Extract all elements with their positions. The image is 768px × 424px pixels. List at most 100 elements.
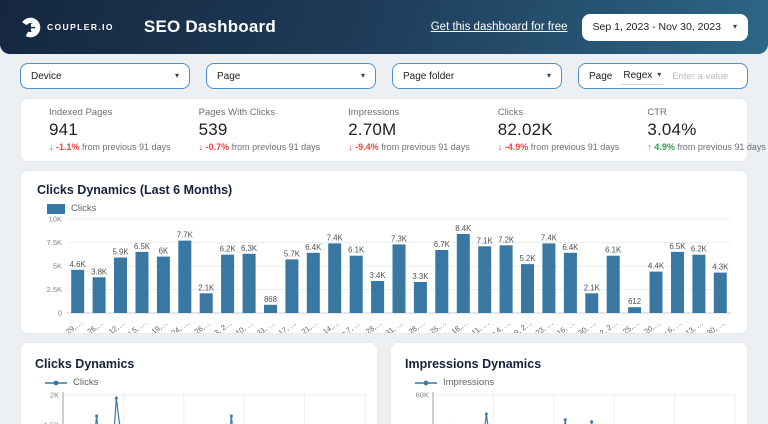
filter-bar: Device ▾ Page ▾ Page folder ▾ Page Regex…	[0, 54, 768, 91]
chevron-down-icon: ▾	[657, 70, 662, 79]
kpi-delta-arrow-and-pct: ↓ -0.7%	[198, 142, 230, 152]
kpi-value: 3.04%	[647, 120, 697, 139]
impressions-line-chart: 60K40K20K	[416, 391, 736, 424]
line-series	[484, 413, 593, 424]
page-regex-filter: Page Regex ▾	[578, 63, 748, 89]
line-points	[452, 412, 594, 424]
legend-line-icon	[415, 380, 437, 385]
chevron-down-icon: ▾	[174, 71, 179, 80]
svg-text:3.8K: 3.8K	[91, 267, 108, 276]
chart-title: Clicks Dynamics (Last 6 Months)	[37, 183, 233, 197]
kpi-label: CTR	[647, 107, 667, 118]
clicks-line-chart: 2K1.5K1K	[44, 391, 366, 424]
legend-label: Clicks	[73, 377, 99, 388]
date-range-picker[interactable]: Sep 1, 2023 - Nov 30, 2023 ▾	[581, 13, 748, 41]
svg-text:7.1K: 7.1K	[477, 236, 494, 245]
kpi-value: 539	[198, 120, 228, 139]
page-folder-filter[interactable]: Page folder ▾	[392, 63, 562, 89]
kpi-label: Impressions	[348, 107, 400, 118]
kpi-label: Pages With Clicks	[198, 107, 276, 118]
kpi-delta-suffix: from previous 91 days	[381, 142, 470, 152]
svg-text:5K: 5K	[53, 262, 62, 271]
device-filter-label: Device	[31, 70, 62, 82]
kpi-impressions: Impressions 2.70M ↓ -9.4% from previous 91…	[320, 107, 470, 152]
kpi-label: Indexed Pages	[49, 107, 113, 118]
kpi-delta-arrow-and-pct: ↓ -4.9%	[497, 142, 529, 152]
bars: 4.6KMay 29,…3.8KJun 26,…5.9KJun 12,…6.5K…	[51, 224, 729, 334]
kpi-value: 2.70M	[348, 120, 397, 139]
legend-line-icon	[45, 380, 67, 385]
get-dashboard-link[interactable]: Get this dashboard for free	[431, 21, 568, 33]
chart-title: Impressions Dynamics	[405, 357, 542, 371]
svg-text:6.4K: 6.4K	[562, 243, 579, 252]
svg-text:May 29,…: May 29,…	[51, 318, 84, 334]
kpi-label: Clicks	[497, 107, 524, 118]
kpi-delta: ↓ -4.9% from previous 91 days	[498, 142, 620, 152]
svg-text:7.4K: 7.4K	[541, 233, 558, 242]
impressions-daily-chart-card: Impressions Dynamics Impressions 60K40K2…	[390, 342, 748, 424]
svg-text:2.5K: 2.5K	[47, 285, 62, 294]
svg-text:868: 868	[264, 295, 277, 304]
header: COUPLER.IO SEO Dashboard Get this dashbo…	[0, 0, 768, 54]
svg-text:2.1K: 2.1K	[198, 283, 215, 292]
regex-operator-select[interactable]: Regex ▾	[621, 68, 664, 85]
date-range-value: Sep 1, 2023 - Nov 30, 2023	[592, 21, 721, 33]
line-series	[95, 397, 233, 424]
svg-text:6.5K: 6.5K	[669, 242, 686, 251]
kpi-delta-suffix: from previous 91 days	[677, 142, 766, 152]
kpi-summary-card: Indexed Pages 941 ↓ -1.1% from previous 91…	[20, 98, 766, 162]
svg-text:10K: 10K	[49, 215, 62, 224]
regex-field-label: Page	[589, 70, 613, 82]
device-filter[interactable]: Device ▾	[20, 63, 190, 89]
kpi-delta: ↓ -9.4% from previous 91 days	[348, 142, 470, 152]
clicks-daily-chart-card: Clicks Dynamics Clicks 2K1.5K1K	[20, 342, 378, 424]
svg-text:3.4K: 3.4K	[370, 271, 387, 280]
kpi-clicks: Clicks 82.02K ↓ -4.9% from previous 91 day…	[470, 107, 620, 152]
chevron-down-icon: ▾	[732, 22, 737, 31]
svg-text:5.2K: 5.2K	[519, 254, 536, 263]
chevron-down-icon: ▾	[546, 71, 551, 80]
clicks-bar-chart: 10K7.5K5K2.5K04.6KMay 29,…3.8KJun 26,…5.…	[47, 215, 731, 334]
svg-text:4.4K: 4.4K	[648, 262, 665, 271]
svg-text:6K: 6K	[159, 247, 169, 256]
svg-text:7.4K: 7.4K	[327, 233, 344, 242]
kpi-delta-arrow-and-pct: ↓ -1.1%	[49, 142, 80, 152]
svg-text:6.1K: 6.1K	[605, 246, 622, 255]
svg-text:2.1K: 2.1K	[584, 283, 601, 292]
kpi-delta-suffix: from previous 91 days	[231, 142, 321, 152]
chart-legend: Impressions	[415, 377, 733, 388]
kpi-delta: ↓ -0.7% from previous 91 days	[199, 142, 321, 152]
kpi-delta: ↑ 4.9% from previous 91 days	[647, 142, 766, 152]
chevron-down-icon: ▾	[360, 71, 365, 80]
svg-text:6.3K: 6.3K	[241, 244, 258, 253]
kpi-delta-arrow-and-pct: ↓ -9.4%	[348, 142, 379, 152]
svg-text:7.3K: 7.3K	[391, 234, 408, 243]
page-filter-label: Page	[217, 70, 241, 82]
svg-text:8.4K: 8.4K	[455, 224, 472, 233]
page-folder-filter-label: Page folder	[403, 70, 455, 82]
regex-value-input[interactable]	[672, 70, 735, 82]
svg-text:6.7K: 6.7K	[434, 240, 451, 249]
page-title: SEO Dashboard	[143, 17, 276, 36]
svg-text:5.9K: 5.9K	[113, 248, 130, 257]
svg-text:6.4K: 6.4K	[305, 243, 322, 252]
line-grid: 60K40K20K	[416, 391, 736, 424]
svg-text:6.2K: 6.2K	[691, 245, 708, 254]
kpi-delta-arrow-and-pct: ↑ 4.9%	[647, 142, 675, 152]
chart-legend: Clicks	[45, 377, 363, 388]
svg-text:4.3K: 4.3K	[712, 263, 729, 272]
svg-text:2K: 2K	[50, 391, 59, 400]
svg-text:6.1K: 6.1K	[348, 246, 365, 255]
svg-text:5.7K: 5.7K	[284, 249, 301, 258]
svg-text:7.7K: 7.7K	[177, 231, 194, 240]
kpi-pages-with-clicks: Pages With Clicks 539 ↓ -0.7% from previou…	[171, 107, 321, 152]
clicks-6m-chart-card: Clicks Dynamics (Last 6 Months) Clicks 1…	[20, 170, 748, 334]
regex-operator-value: Regex	[623, 69, 653, 81]
chart-legend: Clicks	[47, 203, 731, 214]
svg-text:1.5K: 1.5K	[44, 421, 59, 424]
kpi-value: 941	[49, 120, 78, 139]
coupler-logo[interactable]: COUPLER.IO	[20, 17, 114, 38]
kpi-delta-suffix: from previous 91 days	[530, 142, 620, 152]
page-filter[interactable]: Page ▾	[206, 63, 376, 89]
bottom-charts-row: Clicks Dynamics Clicks 2K1.5K1K Impressi…	[20, 342, 748, 424]
